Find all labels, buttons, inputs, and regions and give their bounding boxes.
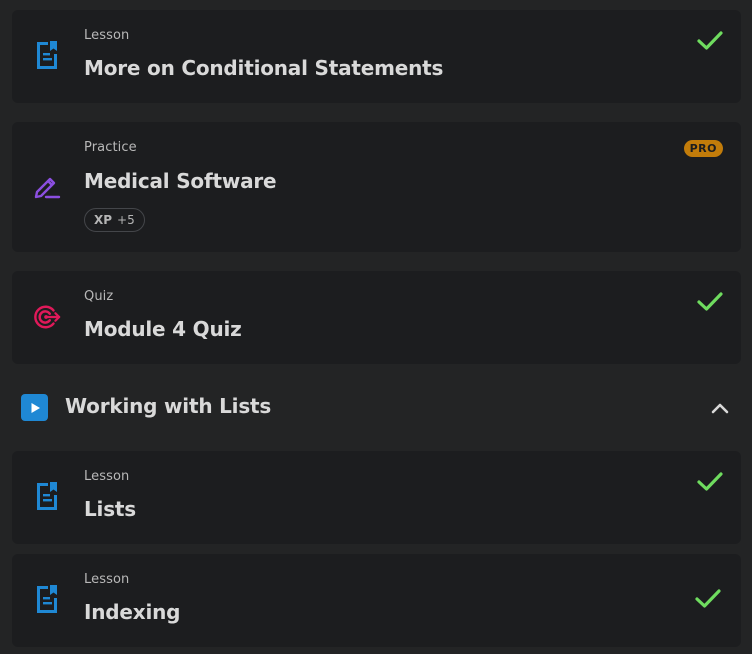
- xp-label: XP: [94, 213, 113, 227]
- item-type-label: Lesson: [84, 572, 130, 587]
- section-header-working-with-lists[interactable]: Working with Lists: [0, 380, 752, 435]
- chevron-up-icon[interactable]: [710, 398, 730, 418]
- check-icon: [695, 589, 721, 608]
- play-icon: [21, 394, 48, 421]
- lesson-card-lists[interactable]: Lesson Lists: [12, 451, 741, 544]
- item-title: Indexing: [84, 600, 181, 624]
- item-title: Lists: [84, 497, 136, 521]
- xp-value: +5: [117, 213, 135, 227]
- item-title: More on Conditional Statements: [84, 56, 444, 80]
- quiz-card-module-4[interactable]: Quiz Module 4 Quiz: [12, 271, 741, 364]
- item-type-label: Lesson: [84, 469, 130, 484]
- item-title: Module 4 Quiz: [84, 317, 242, 341]
- lesson-card-conditional-statements[interactable]: Lesson More on Conditional Statements: [12, 10, 741, 103]
- item-title: Medical Software: [84, 169, 277, 193]
- quiz-target-icon: [33, 303, 61, 331]
- lesson-document-icon: [33, 41, 61, 69]
- item-type-label: Practice: [84, 140, 137, 155]
- check-icon: [697, 31, 723, 50]
- check-icon: [697, 472, 723, 491]
- practice-card-medical-software[interactable]: Practice Medical Software PRO XP +5: [12, 122, 741, 252]
- section-title: Working with Lists: [65, 394, 272, 418]
- lesson-card-indexing[interactable]: Lesson Indexing: [12, 554, 741, 647]
- item-type-label: Lesson: [84, 28, 130, 43]
- lesson-document-icon: [33, 585, 61, 613]
- pro-badge: PRO: [683, 140, 723, 157]
- course-module-list: Lesson More on Conditional Statements Pr…: [0, 0, 752, 654]
- check-icon: [697, 292, 723, 311]
- lesson-document-icon: [33, 482, 61, 510]
- item-type-label: Quiz: [84, 289, 114, 304]
- practice-pencil-icon: [33, 172, 61, 200]
- xp-reward-chip: XP +5: [84, 208, 145, 232]
